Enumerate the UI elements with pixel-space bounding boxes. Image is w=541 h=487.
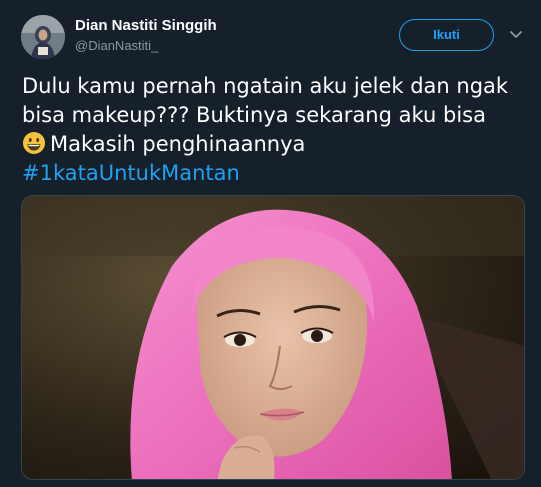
profile-avatar-image	[21, 15, 65, 59]
tweet-photo[interactable]	[21, 195, 525, 480]
selfie-photo	[22, 196, 524, 479]
follow-button[interactable]: Ikuti	[399, 19, 494, 51]
display-name[interactable]: Dian Nastiti Singgih	[75, 17, 217, 34]
tweet-text: Dulu kamu pernah ngatain aku jelek dan n…	[22, 72, 532, 188]
grinning-face-emoji-icon	[23, 132, 45, 154]
chevron-down-icon[interactable]	[508, 26, 524, 42]
tweet-text-line: bisa makeup??? Buktinya sekarang aku bis…	[22, 103, 486, 127]
hashtag-link[interactable]: #1kataUntukMantan	[22, 161, 240, 185]
tweet-text-line: Makasih penghinaannya	[22, 130, 532, 159]
tweet-card: Dian Nastiti Singgih @DianNastiti_ Ikuti…	[0, 0, 541, 487]
tweet-text-line: #1kataUntukMantan	[22, 159, 532, 188]
avatar[interactable]	[21, 15, 65, 59]
tweet-text-segment: Makasih penghinaannya	[50, 132, 306, 156]
tweet-text-line: Dulu kamu pernah ngatain aku jelek dan n…	[22, 74, 509, 98]
user-handle[interactable]: @DianNastiti_	[75, 38, 158, 53]
